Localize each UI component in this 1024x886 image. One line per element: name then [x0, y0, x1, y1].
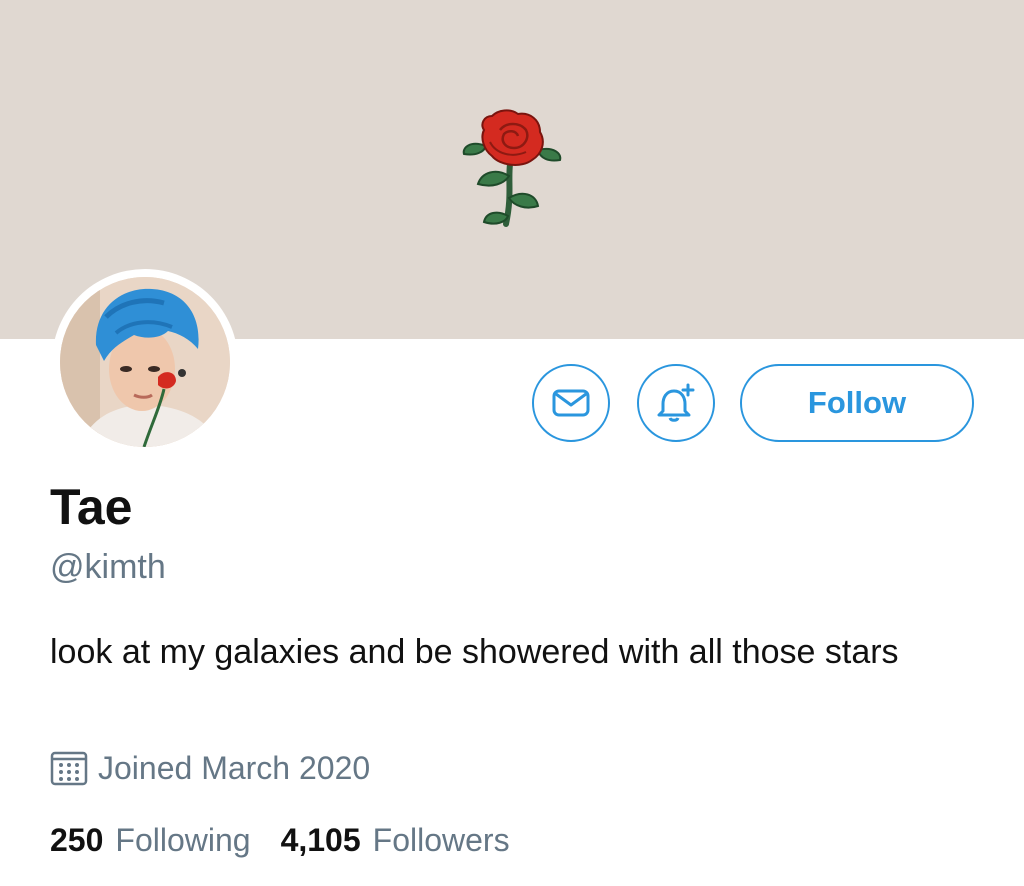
following-stat[interactable]: 250 Following: [50, 822, 251, 859]
notifications-button[interactable]: [637, 364, 715, 442]
followers-stat[interactable]: 4,105 Followers: [281, 822, 510, 859]
followers-count: 4,105: [280, 822, 361, 858]
joined-date: Joined March 2020: [50, 748, 370, 788]
profile-handle: @kimth: [50, 548, 166, 586]
followers-label: Followers: [372, 822, 510, 858]
joined-label: Joined March 2020: [98, 749, 371, 786]
bell-plus-icon: [657, 383, 695, 422]
avatar[interactable]: [60, 277, 230, 447]
rose-icon: [462, 109, 562, 227]
calendar-icon: [50, 751, 88, 786]
following-label: Following: [115, 822, 251, 858]
envelope-icon: [552, 389, 590, 417]
profile-stats: 250 Following 4,105 Followers: [50, 822, 510, 859]
follow-button[interactable]: Follow: [740, 364, 974, 442]
message-button[interactable]: [532, 364, 610, 442]
profile-bio: look at my galaxies and be showered with…: [50, 633, 899, 671]
profile-name: Tae: [50, 479, 133, 535]
following-count: 250: [50, 822, 104, 858]
